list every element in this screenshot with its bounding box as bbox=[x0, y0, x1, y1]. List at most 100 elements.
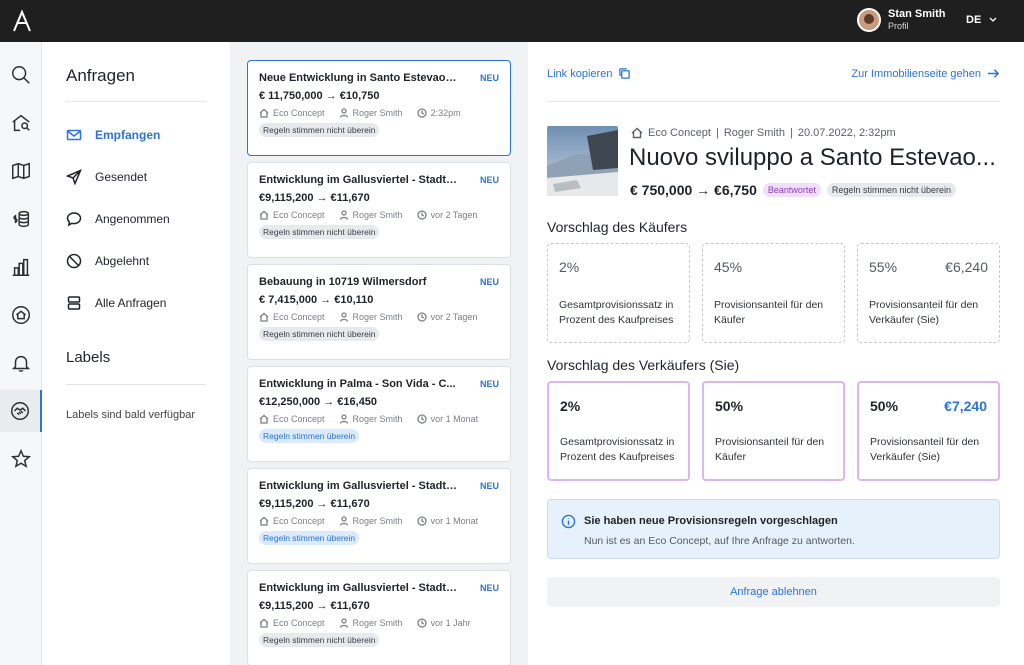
top-bar: Stan Smith Profil DE bbox=[0, 0, 1024, 42]
user-menu[interactable]: Stan Smith Profil bbox=[857, 8, 945, 32]
rules-badge: Regeln stimmen nicht überein bbox=[826, 183, 956, 197]
home-icon bbox=[259, 108, 269, 118]
request-card[interactable]: Entwicklung im Gallusviertel - Stadtteil… bbox=[247, 570, 511, 665]
divider bbox=[547, 101, 1000, 102]
request-title: Entwicklung im Gallusviertel - Stadtteil bbox=[259, 582, 459, 594]
folder-item-label: Abgelehnt bbox=[95, 254, 150, 268]
request-title: Entwicklung im Gallusviertel - Stadtteil bbox=[259, 174, 459, 186]
request-price: € 11,750,000 → €10,750 bbox=[259, 90, 380, 102]
map-icon bbox=[12, 162, 30, 180]
rail-search[interactable] bbox=[0, 54, 42, 96]
rail-favorites[interactable] bbox=[0, 438, 42, 480]
request-agency: Eco Concept bbox=[273, 618, 325, 628]
clock-icon bbox=[416, 414, 427, 424]
rail-home[interactable] bbox=[0, 294, 42, 336]
clock-icon bbox=[416, 108, 427, 118]
arrow-right-icon bbox=[987, 69, 1000, 78]
request-title: Entwicklung im Gallusviertel - Stadtteil bbox=[259, 480, 459, 492]
info-banner: Sie haben neue Provisionsregeln vorgesch… bbox=[547, 499, 1000, 559]
request-meta: Eco Concept Roger Smith vor 2 Tagen bbox=[259, 210, 499, 220]
request-card[interactable]: Entwicklung im Gallusviertel - Stadtteil… bbox=[247, 468, 511, 564]
folder-item-all[interactable]: Alle Anfragen bbox=[66, 291, 216, 315]
icon-rail bbox=[0, 42, 42, 665]
property-meta: Eco Concept | Roger Smith | 20.07.2022, … bbox=[631, 127, 896, 139]
language-selector[interactable]: DE bbox=[966, 14, 997, 26]
status-badge: Beantwortet bbox=[762, 183, 821, 197]
request-meta: Eco Concept Roger Smith vor 1 Monat bbox=[259, 516, 499, 526]
request-title: Entwicklung in Palma - Son Vida - C... bbox=[259, 378, 456, 390]
folder-item-sent[interactable]: Gesendet bbox=[66, 165, 216, 189]
handshake-icon bbox=[11, 402, 29, 420]
rail-map[interactable] bbox=[0, 150, 42, 192]
new-badge: NEU bbox=[479, 481, 499, 491]
seller-proposal-title: Vorschlag des Verkäufers (Sie) bbox=[547, 357, 740, 373]
request-time: vor 1 Monat bbox=[430, 414, 479, 424]
seller-proposal-box: 50% €7,240 Provisionsanteil für den Verkäu… bbox=[857, 381, 1000, 481]
request-card[interactable]: Neue Entwicklung in Santo Estevao E... NE… bbox=[247, 60, 511, 156]
rail-notifications[interactable] bbox=[0, 342, 42, 384]
person-icon bbox=[339, 312, 348, 322]
reject-request-button[interactable]: Anfrage ablehnen bbox=[547, 577, 1000, 607]
request-card[interactable]: Entwicklung in Palma - Son Vida - C... NE… bbox=[247, 366, 511, 462]
request-detail: Link kopieren Zur Immobilienseite gehen … bbox=[528, 42, 1024, 665]
request-agency: Eco Concept bbox=[273, 210, 325, 220]
proposal-label: Gesamtprovisionssatz in Prozent des Kauf… bbox=[560, 436, 675, 463]
person-icon bbox=[339, 108, 348, 118]
folder-item-rejected[interactable]: Abgelehnt bbox=[66, 249, 216, 273]
request-price: € 7,415,000 → €10,110 bbox=[259, 294, 374, 306]
folder-item-label: Alle Anfragen bbox=[95, 296, 167, 310]
goto-property-link[interactable]: Zur Immobilienseite gehen bbox=[851, 67, 1000, 80]
folder-item-label: Gesendet bbox=[95, 170, 148, 184]
request-meta: Eco Concept Roger Smith vor 2 Tagen bbox=[259, 312, 499, 322]
user-name: Stan Smith bbox=[888, 8, 946, 20]
folder-item-received[interactable]: Empfangen bbox=[66, 123, 216, 147]
app-logo-icon[interactable] bbox=[10, 9, 34, 33]
chat-icon bbox=[66, 212, 82, 227]
rail-finance[interactable] bbox=[0, 198, 42, 240]
proposal-label: Provisionsanteil für den Verkäufer (Sie) bbox=[869, 299, 979, 326]
blocked-icon bbox=[66, 253, 82, 269]
request-agent: Roger Smith bbox=[352, 210, 403, 220]
meta-separator: | bbox=[715, 127, 719, 139]
request-time: vor 2 Tagen bbox=[430, 312, 478, 322]
buyer-proposal-title: Vorschlag des Käufers bbox=[547, 219, 688, 235]
stack-icon bbox=[67, 296, 81, 310]
rules-badge: Regeln stimmen überein bbox=[259, 531, 360, 545]
new-badge: NEU bbox=[479, 277, 499, 287]
proposal-value: 2% bbox=[560, 398, 581, 414]
avatar bbox=[857, 8, 881, 32]
home-search-icon bbox=[12, 114, 30, 132]
home-icon bbox=[259, 210, 269, 220]
rail-home-search[interactable] bbox=[0, 102, 42, 144]
user-profile-label: Profil bbox=[888, 21, 909, 31]
request-title: Neue Entwicklung in Santo Estevao E... bbox=[259, 72, 459, 84]
proposal-value: 45% bbox=[714, 259, 743, 275]
proposal-amount: €6,240 bbox=[945, 259, 988, 275]
request-card[interactable]: Bebauung in 10719 Wilmersdorf NEU € 7,415,… bbox=[247, 264, 511, 360]
rules-badge: Regeln stimmen überein bbox=[259, 429, 360, 443]
language-label: DE bbox=[966, 14, 982, 26]
rules-badge: Regeln stimmen nicht überein bbox=[259, 123, 380, 137]
folder-item-accepted[interactable]: Angenommen bbox=[66, 207, 216, 231]
search-icon bbox=[12, 66, 30, 84]
seller-proposal-box: 50% Provisionsanteil für den Käufer bbox=[702, 381, 845, 481]
requests-sidebar: Anfragen Empfangen Gesendet Angenommen A… bbox=[42, 42, 230, 665]
meta-agency: Eco Concept bbox=[648, 127, 711, 139]
rail-requests[interactable] bbox=[0, 390, 42, 432]
proposal-value: 50% bbox=[715, 398, 744, 414]
request-card[interactable]: Entwicklung im Gallusviertel - Stadtteil… bbox=[247, 162, 511, 258]
buyer-proposal-box: 45% Provisionsanteil für den Käufer bbox=[702, 243, 845, 343]
proposal-value: 2% bbox=[559, 259, 580, 275]
person-icon bbox=[339, 516, 348, 526]
rail-analytics[interactable] bbox=[0, 246, 42, 288]
copy-link-button[interactable]: Link kopieren bbox=[547, 67, 631, 80]
home-circle-icon bbox=[12, 306, 30, 324]
home-icon bbox=[259, 618, 269, 628]
info-title: Sie haben neue Provisionsregeln vorgesch… bbox=[584, 515, 838, 527]
request-price: €12,250,000 → €16,450 bbox=[259, 396, 378, 408]
folder-item-label: Empfangen bbox=[95, 128, 161, 142]
labels-title: Labels bbox=[66, 349, 111, 366]
clock-icon bbox=[416, 516, 427, 526]
request-time: vor 1 Monat bbox=[430, 516, 479, 526]
property-thumbnail[interactable] bbox=[547, 126, 618, 196]
